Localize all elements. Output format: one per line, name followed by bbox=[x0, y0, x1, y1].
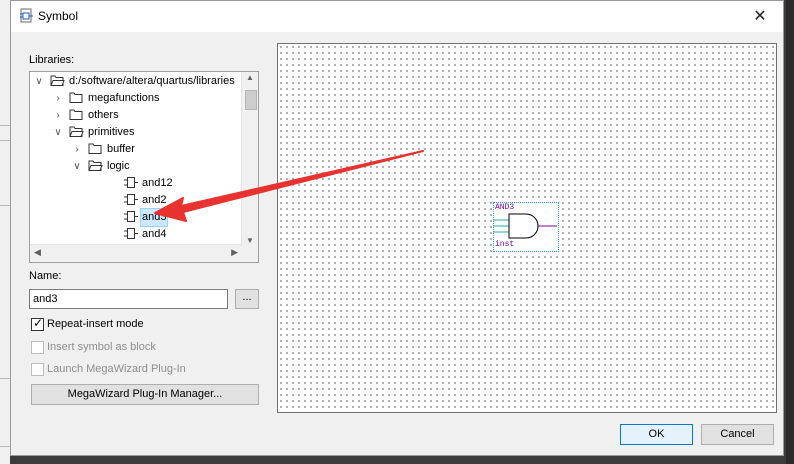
repeat-insert-checkbox[interactable]: ✓ bbox=[31, 316, 44, 331]
tree-node-label: d:/software/altera/quartus/libraries bbox=[69, 75, 235, 87]
background-window-edge bbox=[786, 0, 794, 464]
background-window-strip bbox=[0, 0, 10, 464]
folder-open-icon bbox=[88, 160, 103, 171]
symbol-app-icon bbox=[20, 8, 33, 23]
insert-as-block-label: Insert symbol as block bbox=[47, 341, 156, 353]
tree-node-label: others bbox=[88, 109, 119, 121]
browse-button[interactable]: ... bbox=[235, 289, 259, 309]
tree-node-label: megafunctions bbox=[88, 92, 160, 104]
tree-node-label: and4 bbox=[142, 228, 167, 240]
folder-open-icon bbox=[69, 126, 84, 137]
launch-megawizard-checkbox[interactable] bbox=[31, 363, 44, 376]
chevron-right-icon[interactable]: › bbox=[53, 90, 63, 107]
chevron-right-icon[interactable]: › bbox=[72, 141, 82, 158]
library-tree[interactable]: ∨ d:/software/altera/quartus/libraries ›… bbox=[29, 71, 259, 263]
title-bar: Symbol ✕ bbox=[11, 1, 783, 32]
chevron-down-icon[interactable]: ∨ bbox=[72, 158, 82, 175]
scroll-right-icon[interactable]: ▶ bbox=[231, 247, 238, 258]
insert-as-block-checkbox[interactable] bbox=[31, 341, 44, 354]
scroll-thumb[interactable] bbox=[245, 90, 257, 110]
symbol-preview-canvas: AND3 inst bbox=[277, 43, 777, 413]
dialog-title: Symbol bbox=[38, 9, 79, 23]
megawizard-manager-button[interactable]: MegaWizard Plug-In Manager... bbox=[31, 384, 259, 405]
gate-symbol-icon bbox=[124, 177, 138, 188]
gate-symbol-icon bbox=[124, 211, 138, 222]
ok-button[interactable]: OK bbox=[620, 424, 693, 445]
tree-node-label: buffer bbox=[107, 143, 135, 155]
repeat-insert-label[interactable]: Repeat-insert mode bbox=[47, 318, 144, 330]
tree-horizontal-scrollbar[interactable]: ◀ ▶ bbox=[30, 244, 242, 262]
scroll-up-icon[interactable]: ▲ bbox=[242, 73, 258, 82]
checkmark-icon: ✓ bbox=[33, 316, 44, 330]
chevron-down-icon[interactable]: ∨ bbox=[34, 73, 44, 90]
close-button[interactable]: ✕ bbox=[737, 1, 783, 32]
symbol-dialog: Symbol ✕ Libraries: ∨ d:/software/altera… bbox=[10, 0, 784, 456]
and-gate-icon bbox=[493, 213, 557, 239]
gate-symbol-icon bbox=[124, 194, 138, 205]
name-label: Name: bbox=[29, 270, 62, 282]
libraries-label: Libraries: bbox=[29, 54, 75, 66]
folder-icon bbox=[88, 143, 102, 154]
name-field[interactable] bbox=[29, 289, 228, 309]
tree-node-label: and12 bbox=[142, 177, 173, 189]
launch-megawizard-label: Launch MegaWizard Plug-In bbox=[47, 363, 186, 375]
tree-node-label: logic bbox=[107, 160, 130, 172]
folder-icon bbox=[69, 109, 83, 120]
chevron-right-icon[interactable]: › bbox=[53, 107, 63, 124]
folder-icon bbox=[69, 92, 83, 103]
cancel-button[interactable]: Cancel bbox=[701, 424, 774, 445]
tree-node-label: and3 bbox=[139, 208, 169, 227]
gate-symbol-icon bbox=[124, 228, 138, 239]
tree-node-label: primitives bbox=[88, 126, 135, 138]
and3-symbol: AND3 inst bbox=[493, 202, 559, 252]
tree-node-label: and2 bbox=[142, 194, 167, 206]
chevron-down-icon[interactable]: ∨ bbox=[53, 124, 63, 141]
tree-vertical-scrollbar[interactable]: ▲ ▼ bbox=[241, 72, 258, 246]
scrollbar-corner bbox=[242, 245, 258, 262]
folder-open-icon bbox=[50, 75, 65, 86]
scroll-down-icon[interactable]: ▼ bbox=[242, 236, 258, 245]
scroll-left-icon[interactable]: ◀ bbox=[34, 247, 41, 258]
